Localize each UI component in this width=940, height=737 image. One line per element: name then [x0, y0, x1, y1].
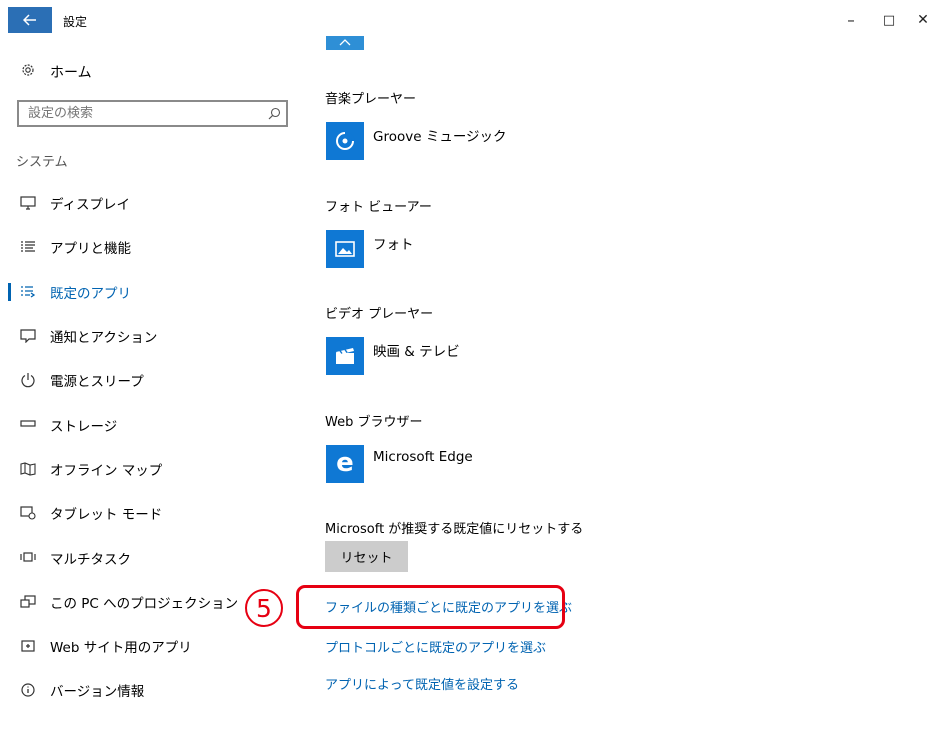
- sidebar-item-notifications[interactable]: 通知とアクション: [0, 314, 300, 358]
- photos-icon: [335, 241, 355, 257]
- section-header: システム: [16, 155, 68, 170]
- edge-icon: e: [336, 447, 354, 478]
- step-number-badge: 5: [245, 589, 283, 627]
- sidebar-item-storage[interactable]: ストレージ: [0, 402, 300, 446]
- sidebar-item-label: オフライン マップ: [50, 462, 163, 479]
- default-apps-icon: [18, 284, 38, 300]
- sidebar-item-apps-features[interactable]: アプリと機能: [0, 225, 300, 269]
- sidebar-item-label: 既定のアプリ: [50, 285, 131, 302]
- movies-app-name[interactable]: 映画 & テレビ: [373, 340, 460, 360]
- sidebar-item-multitasking[interactable]: マルチタスク: [0, 535, 300, 579]
- search-input[interactable]: [19, 105, 262, 122]
- sidebar-item-tablet-mode[interactable]: タブレット モード: [0, 491, 300, 535]
- sidebar-item-label: アプリと機能: [50, 241, 131, 258]
- sidebar-item-display[interactable]: ディスプレイ: [0, 181, 300, 225]
- projection-icon: [18, 594, 38, 610]
- web-apps-icon: [18, 638, 38, 654]
- sidebar-item-label: バージョン情報: [50, 684, 145, 701]
- main-content: 音楽プレーヤー Groove ミュージック フォト ビューアー フォト ビデオ …: [300, 36, 940, 737]
- reset-button[interactable]: リセット: [325, 541, 408, 572]
- power-icon: [18, 372, 38, 388]
- movies-app-tile[interactable]: [326, 337, 364, 375]
- active-indicator: [8, 282, 11, 301]
- info-icon: [18, 682, 38, 698]
- edge-app-name[interactable]: Microsoft Edge: [373, 449, 473, 465]
- monitor-icon: [18, 195, 38, 211]
- photos-app-name[interactable]: フォト: [373, 233, 414, 253]
- gear-icon: [18, 62, 38, 82]
- back-arrow-icon: [23, 14, 36, 26]
- sidebar-item-label: 通知とアクション: [50, 330, 158, 347]
- multitask-icon: [18, 549, 38, 565]
- list-icon: [18, 239, 38, 255]
- search-icon[interactable]: [262, 107, 286, 120]
- sidebar-item-label: マルチタスク: [50, 551, 131, 568]
- groove-icon: [336, 131, 355, 150]
- sidebar-item-label: 電源とスリープ: [50, 374, 144, 391]
- home-label: ホーム: [50, 65, 92, 81]
- photo-viewer-title: フォト ビューアー: [325, 200, 432, 215]
- music-player-title: 音楽プレーヤー: [325, 92, 417, 107]
- window-title: 設定: [63, 15, 88, 29]
- tablet-icon: [18, 505, 38, 521]
- sidebar-item-label: ディスプレイ: [50, 197, 131, 214]
- close-button[interactable]: ✕: [908, 8, 938, 32]
- web-browser-title: Web ブラウザー: [325, 415, 423, 430]
- sidebar-item-label: ストレージ: [50, 418, 118, 435]
- sidebar-item-offline-maps[interactable]: オフライン マップ: [0, 447, 300, 491]
- sidebar-item-label: この PC へのプロジェクション: [50, 595, 239, 612]
- search-box[interactable]: [17, 100, 288, 127]
- choose-apps-by-protocol-link[interactable]: プロトコルごとに既定のアプリを選ぶ: [325, 637, 546, 656]
- sidebar-item-label: Web サイト用のアプリ: [50, 640, 192, 657]
- back-button[interactable]: [8, 7, 52, 33]
- groove-app-name[interactable]: Groove ミュージック: [373, 125, 507, 145]
- edge-app-tile[interactable]: e: [326, 445, 364, 483]
- home-nav-item[interactable]: ホーム: [18, 62, 92, 82]
- map-icon: [18, 461, 38, 477]
- minimize-button[interactable]: –: [836, 8, 866, 32]
- maximize-button[interactable]: □: [874, 8, 904, 32]
- nav-list: ディスプレイ アプリと機能 既定のアプリ 通知とアクション 電源とスリープ スト…: [0, 181, 300, 713]
- sidebar-item-about[interactable]: バージョン情報: [0, 668, 300, 712]
- cropped-app-tile: [326, 36, 364, 50]
- title-bar: 設定 – □ ✕: [0, 0, 940, 40]
- groove-app-tile[interactable]: [326, 122, 364, 160]
- reset-description: Microsoft が推奨する既定値にリセットする: [325, 522, 584, 537]
- sidebar-item-apps-for-websites[interactable]: Web サイト用のアプリ: [0, 624, 300, 668]
- sidebar: ホーム システム ディスプレイ アプリと機能 既定のアプリ 通知とアクション 電…: [0, 40, 300, 737]
- set-defaults-by-app-link[interactable]: アプリによって既定値を設定する: [325, 674, 519, 693]
- sidebar-item-power-sleep[interactable]: 電源とスリープ: [0, 358, 300, 402]
- storage-icon: [18, 416, 38, 432]
- highlight-box: [296, 585, 565, 629]
- video-player-title: ビデオ プレーヤー: [325, 307, 434, 322]
- movies-icon: [336, 348, 354, 364]
- app-tile-icon: [339, 39, 351, 46]
- sidebar-item-label: タブレット モード: [50, 507, 163, 524]
- photos-app-tile[interactable]: [326, 230, 364, 268]
- sidebar-item-default-apps[interactable]: 既定のアプリ: [0, 270, 300, 314]
- notification-icon: [18, 328, 38, 344]
